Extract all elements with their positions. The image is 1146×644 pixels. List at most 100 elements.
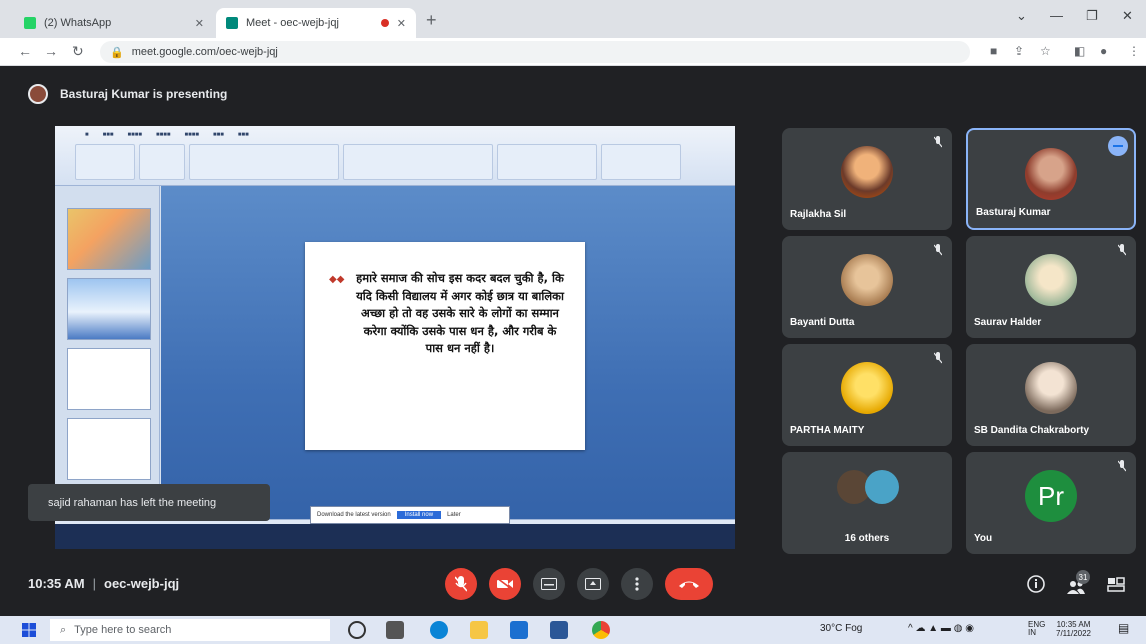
avatar (841, 146, 893, 198)
weather-text[interactable]: 30°C Fog (820, 623, 862, 634)
avatar-initials: Pr (1038, 480, 1064, 511)
participant-tile[interactable]: SB Dandita Chakraborty (966, 344, 1136, 446)
captions-button[interactable] (533, 568, 565, 600)
present-button[interactable] (577, 568, 609, 600)
mic-toggle-button[interactable] (445, 568, 477, 600)
presenter-avatar (28, 84, 48, 104)
tab-whatsapp[interactable]: (2) WhatsApp ✕ (14, 8, 214, 38)
present-screen-icon (585, 578, 601, 590)
participant-tile-self[interactable]: Pr You (966, 452, 1136, 554)
slide-thumbnail[interactable] (67, 278, 151, 340)
new-tab-button[interactable]: + (426, 10, 437, 31)
captions-icon (541, 578, 557, 590)
install-button[interactable]: Install now (396, 511, 442, 519)
participant-name: 16 others (844, 533, 890, 544)
store-icon[interactable] (510, 621, 528, 639)
cortana-icon[interactable] (348, 621, 366, 639)
task-view-icon[interactable] (386, 621, 404, 639)
camera-toggle-button[interactable] (489, 568, 521, 600)
meeting-time: 10:35 AM (28, 576, 85, 591)
camera-off-icon (497, 578, 513, 590)
word-icon[interactable] (550, 621, 568, 639)
clock-date: 7/11/2022 (1056, 629, 1091, 638)
update-notification: Download the latest version Install now … (310, 506, 510, 524)
share-icon[interactable]: ⇪ (1014, 44, 1024, 58)
left-meeting-toast: sajid rahaman has left the meeting (28, 484, 270, 521)
ribbon-group (343, 144, 493, 180)
participant-tile[interactable]: Saurav Halder (966, 236, 1136, 338)
tab-title: Meet - oec-wejb-jqj (246, 17, 339, 29)
edge-icon[interactable] (430, 621, 448, 639)
notifications-icon[interactable]: ▤ (1118, 621, 1129, 635)
mic-off-icon (934, 244, 942, 256)
file-explorer-icon[interactable] (470, 621, 488, 639)
chrome-icon[interactable] (592, 621, 610, 639)
maximize-button[interactable]: ❐ (1086, 8, 1098, 24)
presenting-banner: Basturaj Kumar is presenting (28, 84, 227, 104)
leave-call-button[interactable] (665, 568, 713, 600)
presenter-taskbar (55, 524, 735, 549)
more-options-button[interactable] (621, 568, 653, 600)
mic-off-icon (934, 352, 942, 364)
url-field[interactable]: 🔒 meet.google.com/oec-wejb-jqj (100, 41, 970, 63)
later-link[interactable]: Later (447, 512, 461, 518)
participant-tile[interactable]: PARTHA MAITY (782, 344, 952, 446)
system-tray-icons[interactable]: ^ ☁ ▲ ▬ ◍ ◉ (908, 623, 974, 634)
mic-off-icon (455, 576, 467, 592)
tab-title: (2) WhatsApp (44, 17, 112, 29)
slide-thumbnails (55, 186, 160, 526)
avatar (1025, 148, 1077, 200)
tab-meet[interactable]: Meet - oec-wejb-jqj ✕ (216, 8, 416, 38)
current-slide: ◆◆ हमारे समाज की सोच इस कदर बदल चुकी है,… (305, 242, 585, 450)
ribbon-group (139, 144, 185, 180)
info-icon[interactable] (1026, 574, 1046, 594)
profile-icon[interactable]: ● (1100, 44, 1107, 58)
reload-button[interactable]: ↻ (72, 43, 84, 60)
close-window-button[interactable]: ✕ (1122, 8, 1133, 24)
bullet-icon: ◆◆ (329, 274, 345, 285)
slide-thumbnail[interactable] (67, 208, 151, 270)
bookmark-star-icon[interactable]: ☆ (1040, 44, 1051, 58)
ribbon-group (189, 144, 339, 180)
toast-text: sajid rahaman has left the meeting (48, 496, 217, 509)
avatar (1025, 254, 1077, 306)
avatar (841, 254, 893, 306)
ribbon-group (497, 144, 597, 180)
meeting-controls-bar: 10:35 AM | oec-wejb-jqj 31 (0, 556, 1146, 616)
participant-tile[interactable]: Bayanti Dutta (782, 236, 952, 338)
participant-name: Basturaj Kumar (976, 207, 1051, 218)
participant-name: SB Dandita Chakraborty (974, 425, 1090, 436)
taskbar-clock[interactable]: 10:35 AM 7/11/2022 (1056, 620, 1091, 638)
participant-tile[interactable]: Basturaj Kumar (966, 128, 1136, 230)
activities-icon[interactable] (1106, 574, 1126, 594)
participant-name: You (974, 533, 993, 544)
participant-tile-others[interactable]: 16 others (782, 452, 952, 554)
back-button[interactable]: ← (18, 43, 32, 59)
tab-search-icon[interactable]: ⌄ (1016, 8, 1027, 24)
sidebar-icon[interactable]: ◧ (1074, 44, 1085, 58)
minimize-button[interactable]: — (1050, 8, 1063, 23)
forward-button[interactable]: → (44, 43, 58, 59)
slide-thumbnail[interactable] (67, 348, 151, 410)
meet-window: Basturaj Kumar is presenting ■ ■■■ ■■■■ ■■■… (0, 66, 1146, 616)
participant-name: PARTHA MAITY (790, 425, 865, 436)
close-icon[interactable]: ✕ (397, 17, 406, 30)
menu-icon[interactable]: ⋮ (1128, 44, 1140, 58)
meeting-code: oec-wejb-jqj (104, 576, 180, 591)
close-icon[interactable]: ✕ (195, 17, 204, 30)
meeting-info: 10:35 AM | oec-wejb-jqj (28, 576, 179, 591)
taskbar-search-box[interactable]: ⌕ Type here to search (50, 619, 330, 641)
participant-tile[interactable]: Rajlakha Sil (782, 128, 952, 230)
people-button[interactable]: 31 (1062, 570, 1090, 598)
slide-thumbnail[interactable] (67, 418, 151, 480)
ribbon-group (75, 144, 135, 180)
participant-name: Rajlakha Sil (790, 209, 847, 220)
participant-name: Saurav Halder (974, 317, 1042, 328)
avatar: Pr (1025, 470, 1077, 522)
url-text: meet.google.com/oec-wejb-jqj (131, 46, 278, 58)
ribbon-group (601, 144, 681, 180)
windows-start-icon[interactable] (22, 623, 36, 637)
camera-icon[interactable]: ■ (990, 44, 997, 58)
language-indicator[interactable]: ENG IN (1028, 621, 1045, 637)
meet-icon (226, 17, 238, 29)
